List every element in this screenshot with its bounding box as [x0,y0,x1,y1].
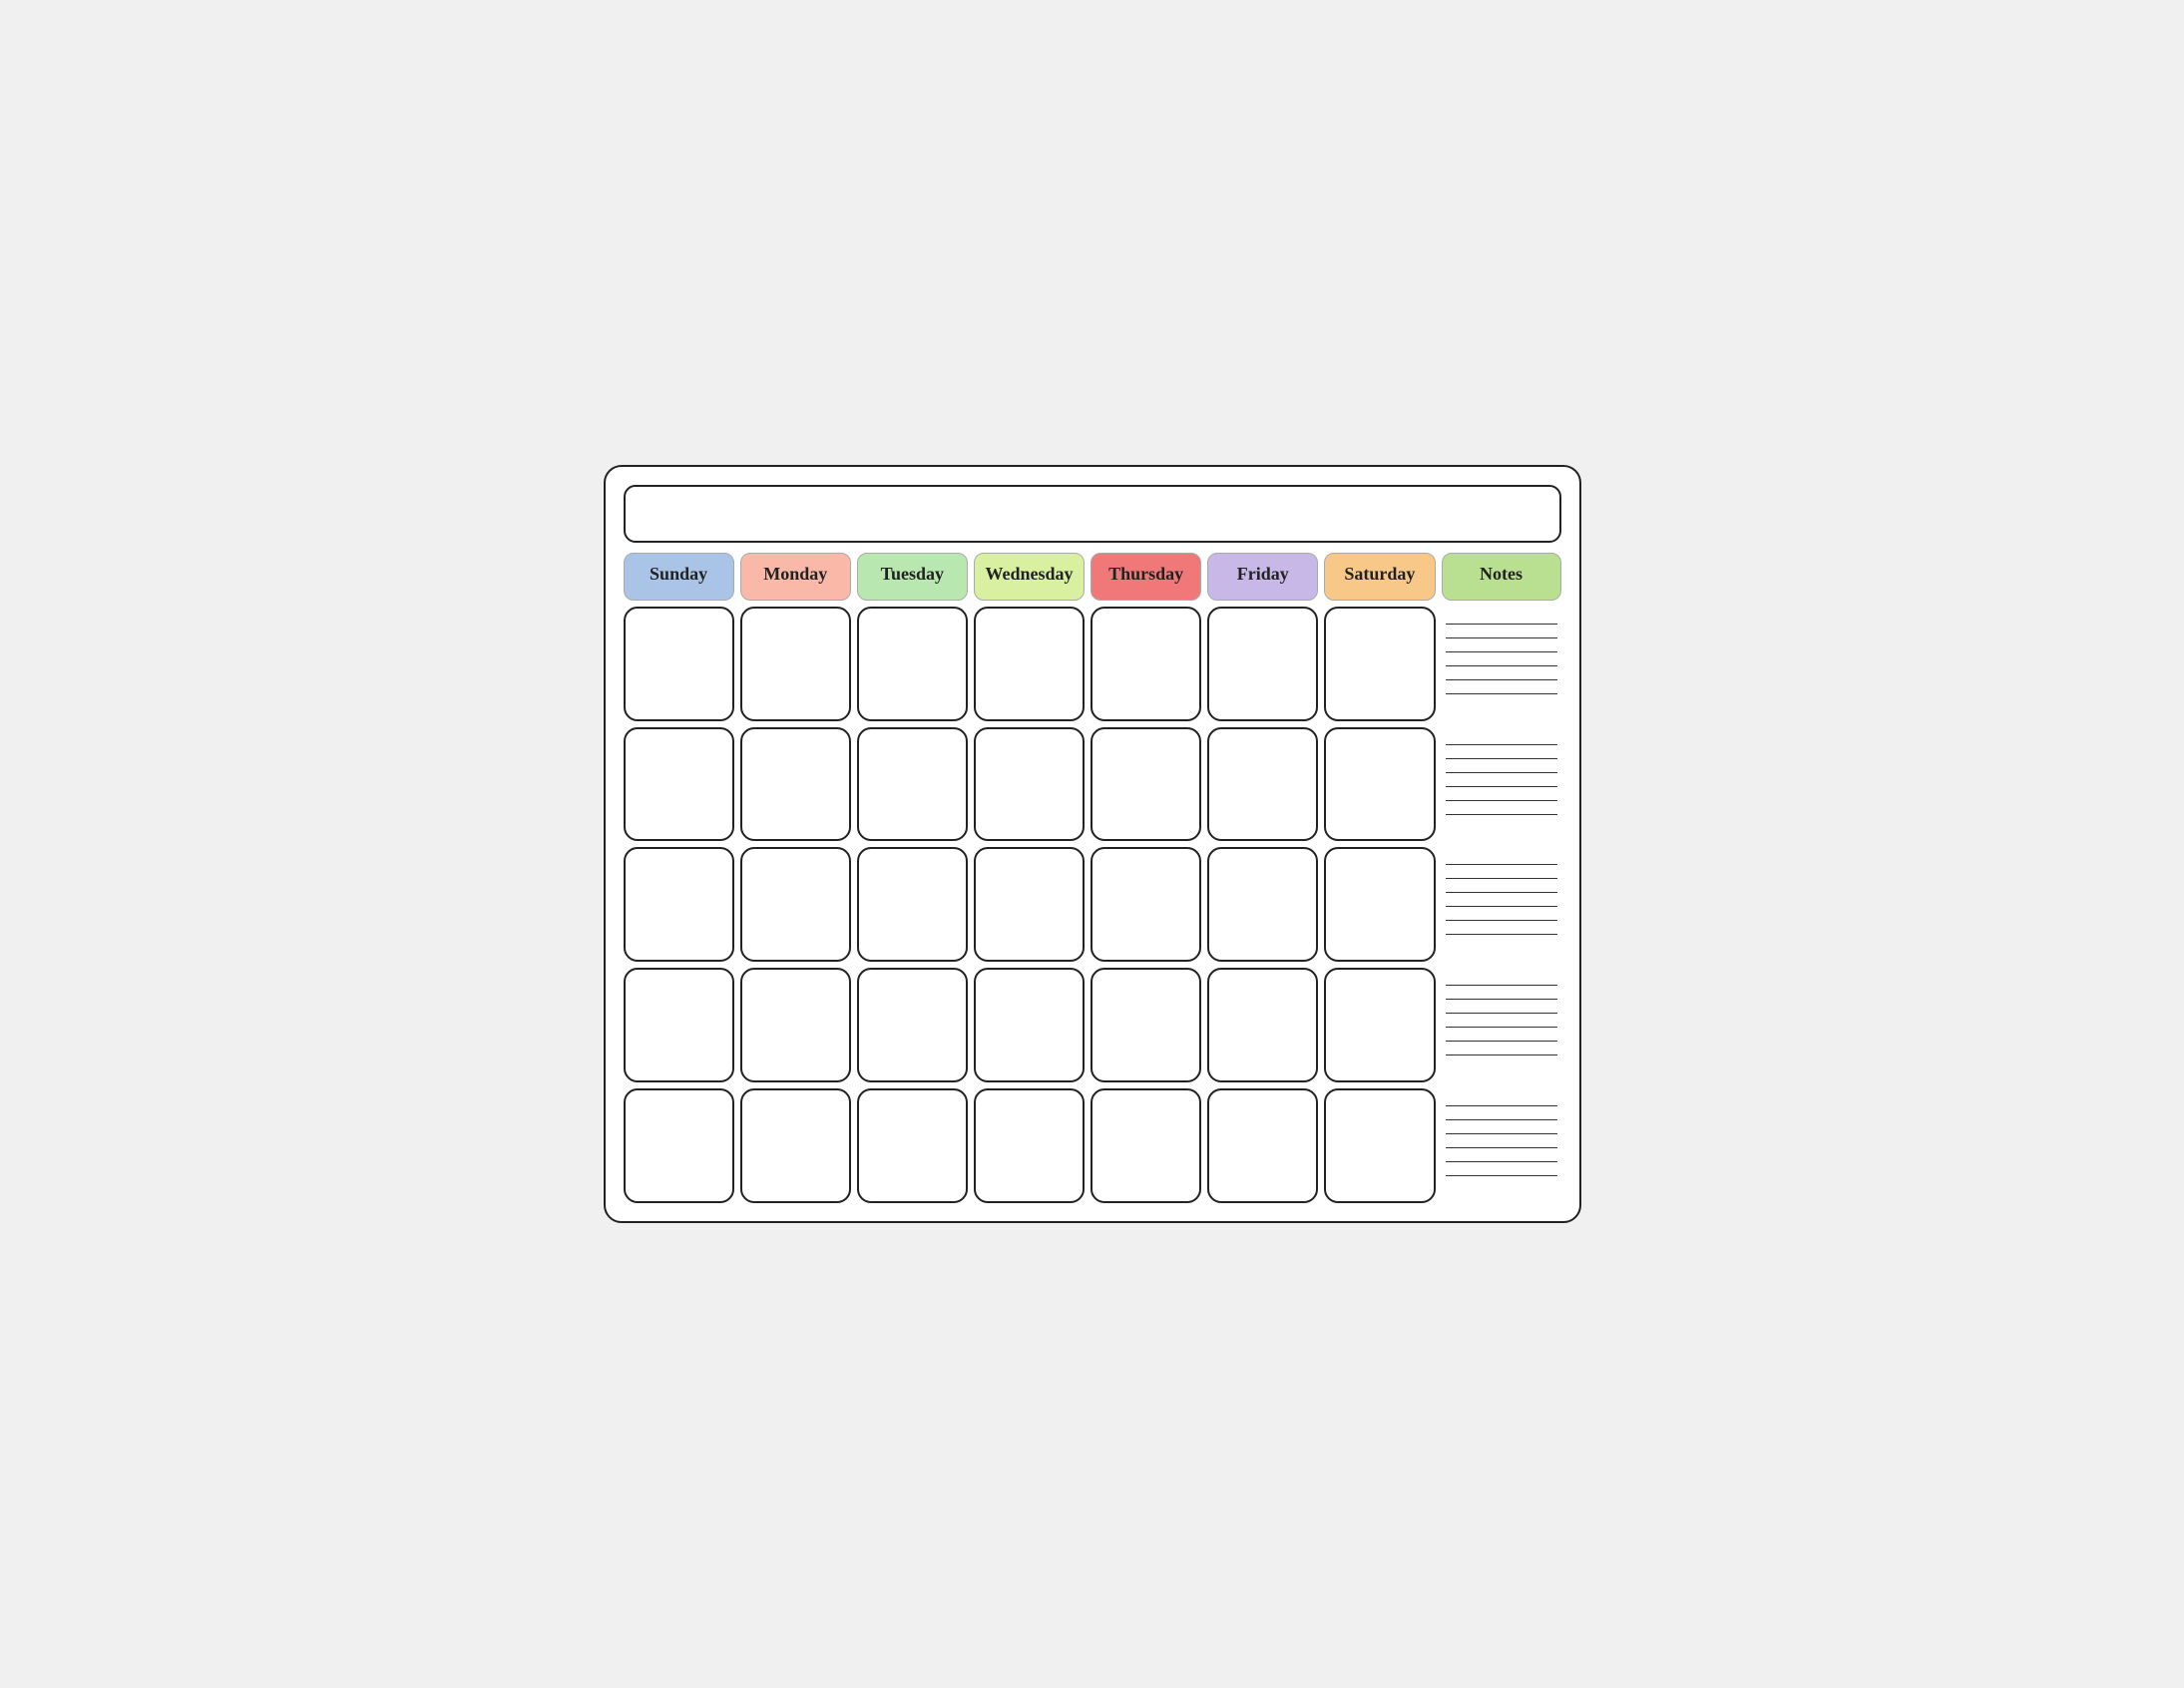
note-line [1446,893,1557,907]
day-cell-r4-c4[interactable] [1091,1088,1201,1203]
note-line [1446,1134,1557,1148]
note-line [1446,625,1557,638]
day-cell-r3-c1[interactable] [740,968,851,1082]
day-cell-r0-c0[interactable] [624,607,734,721]
calendar-grid: SundayMondayTuesdayWednesdayThursdayFrid… [624,553,1561,1203]
day-cell-r3-c5[interactable] [1207,968,1318,1082]
note-line [1446,1106,1557,1120]
day-cell-r2-c6[interactable] [1324,847,1435,962]
day-cell-r3-c0[interactable] [624,968,734,1082]
note-line [1446,865,1557,879]
note-line [1446,759,1557,773]
day-cell-r4-c1[interactable] [740,1088,851,1203]
day-cell-r0-c5[interactable] [1207,607,1318,721]
note-line [1446,1092,1557,1106]
note-line [1446,1042,1557,1055]
header-saturday: Saturday [1324,553,1435,601]
note-line [1446,972,1557,986]
header-friday: Friday [1207,553,1318,601]
day-cell-r1-c0[interactable] [624,727,734,842]
notes-cell-r4 [1442,1088,1561,1203]
header-monday: Monday [740,553,851,601]
note-line [1446,1162,1557,1176]
note-line [1446,1148,1557,1162]
day-cell-r0-c6[interactable] [1324,607,1435,721]
day-cell-r0-c4[interactable] [1091,607,1201,721]
day-cell-r4-c6[interactable] [1324,1088,1435,1203]
note-line [1446,787,1557,801]
note-line [1446,921,1557,935]
day-cell-r0-c2[interactable] [857,607,968,721]
day-cell-r2-c4[interactable] [1091,847,1201,962]
day-cell-r3-c6[interactable] [1324,968,1435,1082]
notes-cell-r2 [1442,847,1561,962]
note-line [1446,666,1557,680]
note-line [1446,638,1557,652]
header-tuesday: Tuesday [857,553,968,601]
day-cell-r2-c3[interactable] [974,847,1085,962]
day-cell-r1-c4[interactable] [1091,727,1201,842]
note-line [1446,1120,1557,1134]
note-line [1446,851,1557,865]
note-line [1446,731,1557,745]
day-cell-r4-c3[interactable] [974,1088,1085,1203]
note-line [1446,1028,1557,1042]
day-cell-r2-c2[interactable] [857,847,968,962]
header-sunday: Sunday [624,553,734,601]
day-cell-r2-c0[interactable] [624,847,734,962]
day-cell-r4-c5[interactable] [1207,1088,1318,1203]
note-line [1446,907,1557,921]
note-line [1446,652,1557,666]
note-line [1446,1000,1557,1014]
note-line [1446,745,1557,759]
notes-cell-r0 [1442,607,1561,721]
day-cell-r1-c2[interactable] [857,727,968,842]
title-bar[interactable] [624,485,1561,543]
header-notes: Notes [1442,553,1561,601]
day-cell-r0-c1[interactable] [740,607,851,721]
day-cell-r4-c2[interactable] [857,1088,968,1203]
day-cell-r1-c6[interactable] [1324,727,1435,842]
header-thursday: Thursday [1091,553,1201,601]
notes-cell-r3 [1442,968,1561,1082]
day-cell-r1-c3[interactable] [974,727,1085,842]
day-cell-r0-c3[interactable] [974,607,1085,721]
day-cell-r3-c3[interactable] [974,968,1085,1082]
notes-cell-r1 [1442,727,1561,842]
day-cell-r1-c1[interactable] [740,727,851,842]
day-cell-r4-c0[interactable] [624,1088,734,1203]
note-line [1446,680,1557,694]
note-line [1446,801,1557,815]
day-cell-r3-c2[interactable] [857,968,968,1082]
day-cell-r2-c5[interactable] [1207,847,1318,962]
note-line [1446,986,1557,1000]
header-wednesday: Wednesday [974,553,1085,601]
day-cell-r3-c4[interactable] [1091,968,1201,1082]
note-line [1446,611,1557,625]
calendar-container: SundayMondayTuesdayWednesdayThursdayFrid… [604,465,1581,1223]
day-cell-r2-c1[interactable] [740,847,851,962]
note-line [1446,1014,1557,1028]
note-line [1446,879,1557,893]
note-line [1446,773,1557,787]
day-cell-r1-c5[interactable] [1207,727,1318,842]
